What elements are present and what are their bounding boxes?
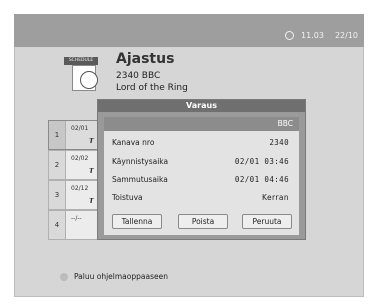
- program-channel: 2340 BBC: [116, 71, 161, 81]
- page-title: Ajastus: [116, 51, 175, 67]
- antenna-icon: 𝙏: [89, 167, 94, 175]
- row-number: 4: [49, 211, 66, 239]
- help-text: Paluu ohjelmaoppaaseen: [74, 272, 168, 281]
- channel-name: BBC: [104, 117, 299, 131]
- schedule-tag: SCHEDULE: [64, 57, 98, 65]
- dialog-body: BBC Kanava nro 2340 Käynnistysaika 02/01…: [104, 117, 299, 235]
- back-button-icon: [60, 272, 68, 281]
- channel-number-input[interactable]: 2340: [269, 138, 289, 147]
- clock-symbol: [80, 71, 98, 89]
- row-number: 3: [49, 181, 66, 209]
- clock-time: 11.03: [301, 31, 324, 40]
- dialog-title: Varaus: [98, 100, 305, 112]
- program-name: Lord of the Ring: [116, 83, 188, 93]
- field-label: Sammutusaika: [112, 175, 168, 184]
- field-label: Toistuva: [112, 193, 143, 202]
- antenna-icon: 𝙏: [89, 137, 94, 145]
- screen: 11.03 22/10 SCHEDULE Ajastus 2340 BBC Lo…: [0, 0, 378, 304]
- reservation-dialog: Varaus BBC Kanava nro 2340 Käynnistysaik…: [97, 99, 306, 240]
- clock: 11.03 22/10: [285, 31, 358, 40]
- row-number: 1: [49, 121, 66, 149]
- end-time-input[interactable]: 02/01 04:46: [235, 175, 289, 184]
- start-time-input[interactable]: 02/01 03:46: [235, 157, 289, 166]
- clock-icon: [285, 31, 295, 40]
- row-number: 2: [49, 151, 66, 179]
- repeat-select[interactable]: Kerran: [262, 193, 289, 202]
- row-date: 02/02: [71, 155, 89, 162]
- delete-button[interactable]: Poista: [178, 214, 228, 229]
- row-date: --/--: [71, 215, 82, 222]
- row-date: 02/12: [71, 185, 89, 192]
- schedule-icon: SCHEDULE: [64, 57, 98, 93]
- help-hint: Paluu ohjelmaoppaaseen: [60, 272, 168, 281]
- row-date: 02/01: [71, 125, 89, 132]
- save-button[interactable]: Tallenna: [112, 214, 162, 229]
- dialog-buttons: Tallenna Poista Peruuta: [104, 214, 299, 229]
- field-label: Käynnistysaika: [112, 157, 169, 166]
- cancel-button[interactable]: Peruuta: [242, 214, 292, 229]
- clock-date: 22/10: [334, 31, 358, 40]
- field-label: Kanava nro: [112, 138, 155, 147]
- antenna-icon: 𝙏: [89, 197, 94, 205]
